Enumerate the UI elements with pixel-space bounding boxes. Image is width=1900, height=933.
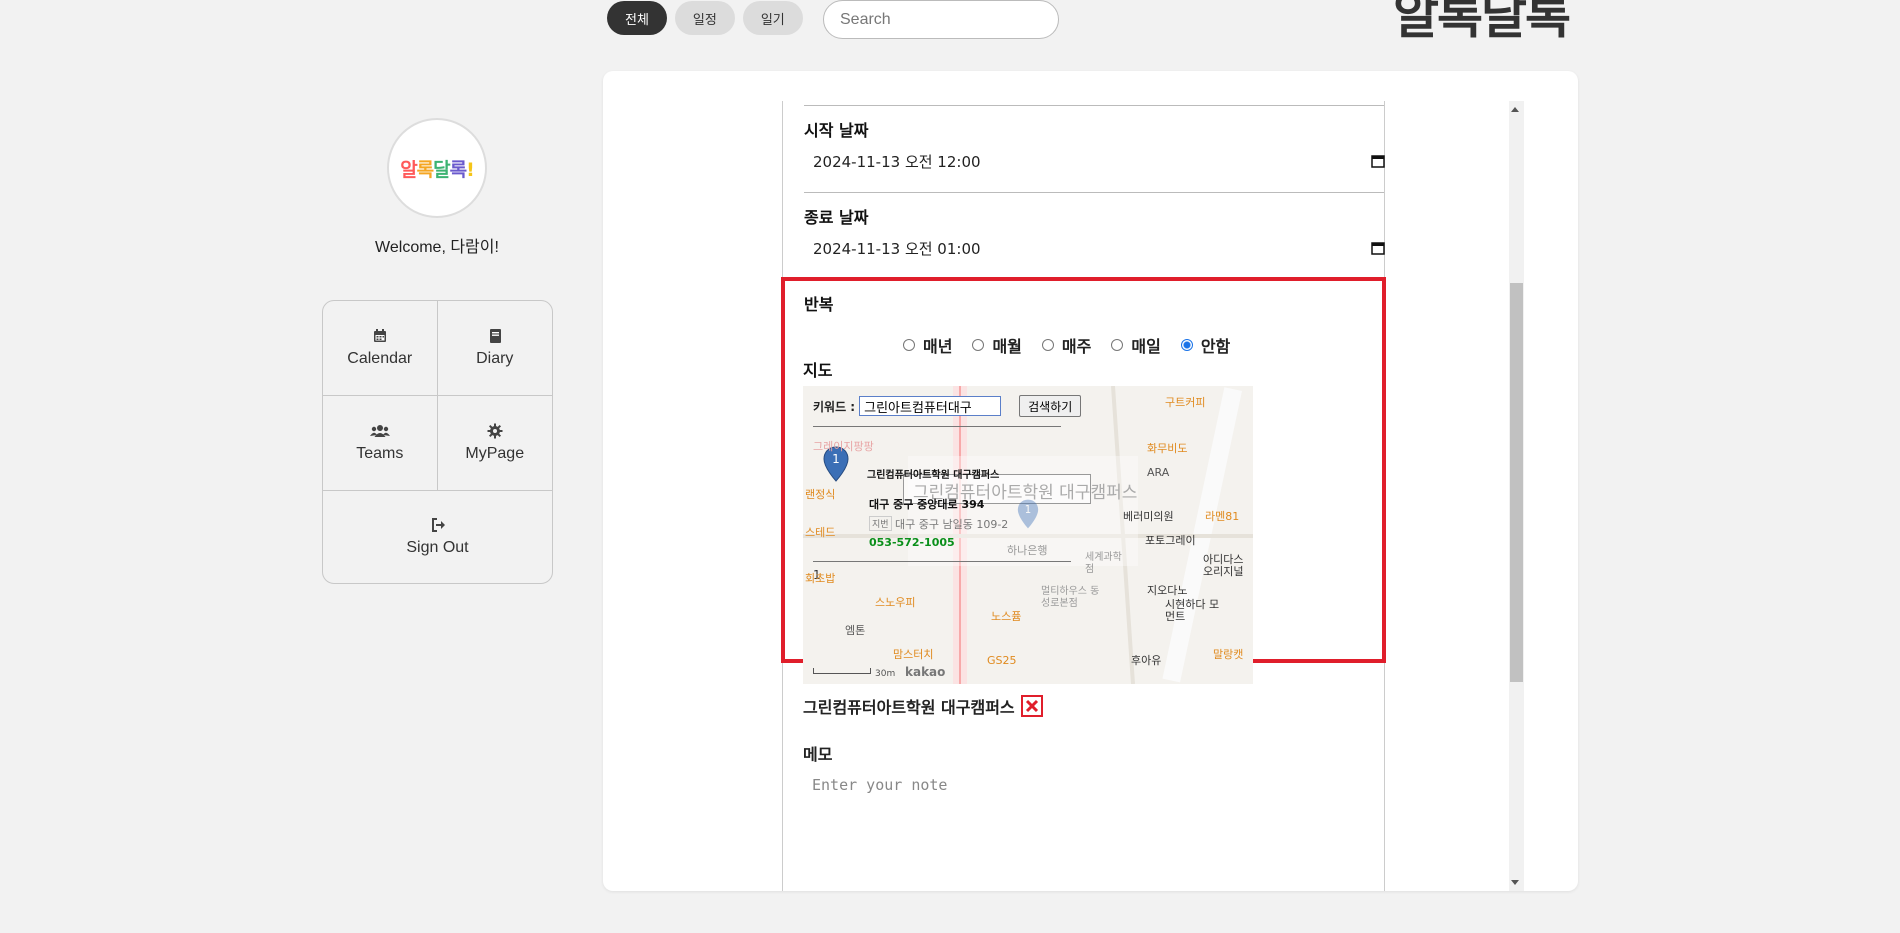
avatar-logo: 알록달록! xyxy=(400,158,475,181)
poi-label: 후아유 xyxy=(1131,654,1162,667)
search-box xyxy=(823,0,1059,39)
end-date-value: 2024-11-13 오전 01:00 xyxy=(813,239,981,258)
keyword-search-button[interactable]: 검색하기 xyxy=(1019,395,1082,417)
info-jibun: 대구 중구 남일동 109-2 xyxy=(895,518,1009,531)
poi-label: 지오다노 xyxy=(1147,584,1188,597)
welcome-text: Welcome, 다람이! xyxy=(375,239,499,256)
nav-teams-label: Teams xyxy=(356,445,404,462)
close-icon xyxy=(1025,699,1038,713)
nav-calendar[interactable]: Calendar xyxy=(323,301,438,396)
memo-label: 메모 xyxy=(803,745,833,764)
map-view[interactable]: 그린컴퓨터아트학원 대구캠퍼스 그린컴퓨터아트학원 대구캠퍼스 대구 중구 중앙… xyxy=(803,386,1253,684)
filter-all-button[interactable]: 전체 xyxy=(607,1,667,35)
sign-out-icon xyxy=(431,518,445,532)
poi-label: 노스퓸 xyxy=(991,610,1022,623)
filter-diary-button[interactable]: 일기 xyxy=(742,1,803,35)
poi-label: 엠톤 xyxy=(845,624,866,637)
end-date-label: 종료 날짜 xyxy=(804,208,869,227)
nav-mypage[interactable]: MyPage xyxy=(437,396,552,491)
map-scale: 30m xyxy=(875,669,896,679)
search-input[interactable] xyxy=(840,10,1047,29)
users-icon xyxy=(369,425,390,437)
poi-label: GS25 xyxy=(987,654,1017,667)
nav-menu: Calendar Diary Teams MyPage Sign Out xyxy=(322,300,553,584)
end-date-input[interactable]: 2024-11-13 오전 01:00 xyxy=(813,234,1385,262)
calendar-picker-icon[interactable] xyxy=(1371,154,1385,168)
selected-place: 그린컴퓨터아트학원 대구캠퍼스 xyxy=(803,694,1043,718)
poi-label: 맘스터치 xyxy=(893,648,934,661)
poi-label: 스테드 xyxy=(805,526,836,539)
divider xyxy=(804,105,1384,106)
poi-label: 그레이지팡팡 xyxy=(813,440,874,453)
filter-tabs: 전체 일정 일기 xyxy=(607,1,803,35)
keyword-label: 키워드 : xyxy=(813,399,856,414)
nav-sign-out-label: Sign Out xyxy=(406,539,469,556)
info-address: 대구 중구 중앙대로 394 xyxy=(869,498,985,511)
nav-mypage-label: MyPage xyxy=(465,445,525,462)
keyword-input[interactable] xyxy=(859,396,1002,416)
poi-label: 회초밥 xyxy=(805,572,836,585)
remove-place-button[interactable] xyxy=(1020,695,1043,717)
info-jibun-tag: 지번 xyxy=(869,516,892,531)
poi-label: 베러미의원 xyxy=(1123,510,1174,523)
memo-textarea[interactable]: Enter your note xyxy=(812,776,947,794)
start-date-input[interactable]: 2024-11-13 오전 12:00 xyxy=(813,147,1385,175)
calendar-icon xyxy=(373,329,386,342)
poi-label: 아디다스 오리지널 xyxy=(1203,553,1244,578)
calendar-picker-icon[interactable] xyxy=(1371,241,1385,255)
scroll-down-arrow-icon[interactable] xyxy=(1511,880,1519,885)
nav-calendar-label: Calendar xyxy=(347,350,413,367)
poi-label: 멀티하우스 동성로본점 xyxy=(1041,586,1100,609)
avatar: 알록달록! xyxy=(387,118,487,218)
map-marker-icon[interactable]: 1 xyxy=(1017,498,1039,530)
selected-place-name: 그린컴퓨터아트학원 대구캠퍼스 xyxy=(803,698,1015,717)
book-icon xyxy=(489,329,501,343)
poi-label: 말랑캣 xyxy=(1213,648,1244,661)
nav-sign-out[interactable]: Sign Out xyxy=(323,491,552,583)
kakao-logo: kakao xyxy=(905,665,946,679)
start-date-label: 시작 날짜 xyxy=(804,121,869,140)
poi-label: 스노우피 xyxy=(875,596,916,609)
marker-number: 1 xyxy=(832,452,840,466)
poi-label: 시현하다 모먼트 xyxy=(1165,598,1220,623)
info-phone: 053-572-1005 xyxy=(869,536,955,549)
filter-schedule-button[interactable]: 일정 xyxy=(674,1,735,35)
scroll-thumb[interactable] xyxy=(1510,283,1523,682)
nav-diary[interactable]: Diary xyxy=(437,301,552,396)
map-label: 지도 xyxy=(803,361,833,380)
poi-label: 라멘81 xyxy=(1205,510,1240,523)
gear-icon xyxy=(487,423,503,439)
poi-label: ARA xyxy=(1147,466,1170,479)
poi-label: 포토그레이 xyxy=(1145,534,1196,547)
scroll-up-arrow-icon[interactable] xyxy=(1511,107,1519,112)
poi-label: 세계과학점 xyxy=(1085,552,1122,575)
nav-teams[interactable]: Teams xyxy=(323,396,438,491)
poi-label: 화무비도 xyxy=(1147,442,1188,455)
marker-number: 1 xyxy=(1025,505,1031,516)
poi-label: 랜정식 xyxy=(805,488,836,501)
poi-label: 구트커피 xyxy=(1165,396,1206,409)
brand-title: 알록달록 xyxy=(1393,0,1571,45)
poi-label: 하나은행 xyxy=(1007,544,1048,557)
info-title: 그린컴퓨터아트학원 대구캠퍼스 xyxy=(867,470,1000,481)
keyword-search-bar: 키워드 : 검색하기 xyxy=(813,395,1082,417)
nav-diary-label: Diary xyxy=(476,350,514,367)
start-date-value: 2024-11-13 오전 12:00 xyxy=(813,152,981,171)
divider xyxy=(804,192,1384,193)
scrollbar[interactable] xyxy=(1509,101,1524,891)
